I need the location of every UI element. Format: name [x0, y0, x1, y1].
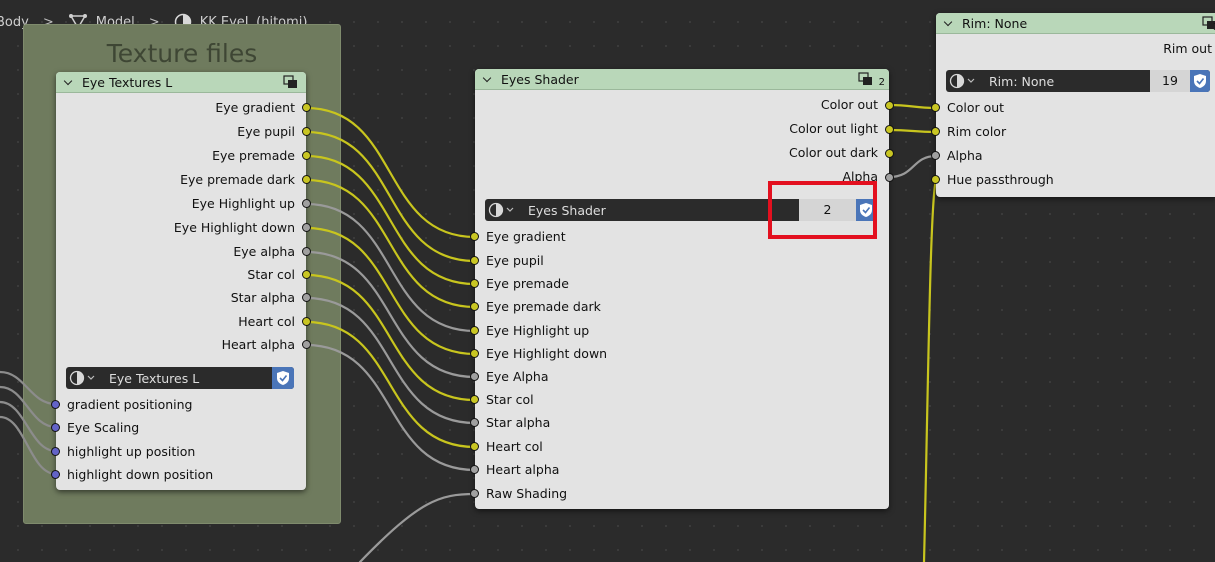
output-socket[interactable] [302, 340, 311, 349]
input-socket[interactable] [470, 465, 479, 474]
input-socket[interactable] [470, 489, 479, 498]
fake-user-shield-icon[interactable] [272, 367, 294, 389]
output-socket[interactable] [302, 199, 311, 208]
node-title: Rim: None [962, 16, 1028, 31]
collapse-toggle-icon[interactable] [482, 73, 492, 83]
node-title: Eye Textures L [82, 75, 173, 90]
highlight-annotation-box [768, 181, 877, 239]
output-socket[interactable] [302, 293, 311, 302]
node-group-name[interactable]: Eyes Shader [528, 203, 606, 218]
input-socket[interactable] [470, 256, 479, 265]
input-label: highlight up position [67, 444, 196, 459]
input-label: Eye gradient [486, 229, 566, 244]
node-group-name[interactable]: Rim: None [989, 74, 1054, 89]
input-label: Heart col [486, 439, 543, 454]
node-header[interactable]: Eye Textures L [56, 72, 306, 93]
input-socket[interactable] [470, 302, 479, 311]
output-label: Rim out [1163, 41, 1212, 56]
material-dropdown-icon[interactable] [485, 199, 517, 221]
output-socket[interactable] [302, 247, 311, 256]
node-header-count: 2 [878, 77, 885, 88]
input-socket[interactable] [931, 151, 940, 160]
input-socket[interactable] [470, 442, 479, 451]
input-label: Eye premade dark [486, 299, 601, 314]
output-label: Star col [247, 267, 295, 282]
input-socket[interactable] [470, 418, 479, 427]
input-label: Alpha [947, 148, 983, 163]
input-label: Eye Scaling [67, 420, 140, 435]
output-socket[interactable] [302, 270, 311, 279]
output-label: Eye Highlight up [191, 196, 295, 211]
input-label: Eye premade [486, 276, 569, 291]
node-group-icon[interactable] [282, 75, 300, 89]
collapse-toggle-icon[interactable] [63, 76, 73, 86]
input-label: Eye pupil [486, 253, 544, 268]
input-socket[interactable] [470, 326, 479, 335]
input-socket[interactable] [51, 447, 60, 456]
output-socket[interactable] [302, 223, 311, 232]
input-socket[interactable] [470, 372, 479, 381]
output-label: Heart alpha [221, 337, 295, 352]
node-group-selector[interactable]: Rim: None 19 [946, 70, 1210, 92]
output-socket[interactable] [885, 149, 894, 158]
output-label: Eye alpha [233, 244, 295, 259]
input-label: Rim color [947, 124, 1007, 139]
node-group-icon[interactable] [857, 72, 875, 86]
input-socket[interactable] [470, 395, 479, 404]
output-socket[interactable] [302, 175, 311, 184]
input-label: Eye Alpha [486, 369, 549, 384]
input-label: Eye Highlight down [486, 346, 608, 361]
input-label: Raw Shading [486, 486, 568, 501]
eyes-shader-node[interactable]: Eyes Shader 2 Color out Color out light … [470, 69, 894, 509]
input-label: Star alpha [486, 415, 551, 430]
input-socket[interactable] [931, 127, 940, 136]
input-label: highlight down position [67, 467, 214, 482]
input-socket[interactable] [51, 400, 60, 409]
input-socket[interactable] [470, 349, 479, 358]
output-label: Color out [820, 97, 878, 112]
output-label: Eye premade [212, 148, 295, 163]
input-socket[interactable] [51, 423, 60, 432]
collapse-toggle-icon[interactable] [943, 17, 953, 27]
input-label: gradient positioning [67, 397, 193, 412]
user-count[interactable]: 19 [1150, 70, 1190, 92]
fake-user-shield-icon[interactable] [1190, 70, 1210, 92]
output-label: Eye pupil [237, 124, 295, 139]
material-dropdown-icon[interactable] [946, 70, 978, 92]
input-label: Eye Highlight up [486, 323, 590, 338]
input-socket[interactable] [51, 470, 60, 479]
output-socket[interactable] [302, 151, 311, 160]
output-label: Star alpha [230, 290, 295, 305]
material-dropdown-icon[interactable] [66, 367, 98, 389]
output-socket[interactable] [302, 103, 311, 112]
output-socket[interactable] [885, 125, 894, 134]
node-group-name[interactable]: Eye Textures L [109, 371, 199, 386]
output-socket[interactable] [302, 317, 311, 326]
input-label: Heart alpha [486, 462, 560, 477]
input-label: Hue passthrough [947, 172, 1054, 187]
input-socket[interactable] [470, 279, 479, 288]
node-header[interactable]: Rim: None 1 [936, 13, 1215, 34]
input-label: Star col [486, 392, 534, 407]
output-label: Eye gradient [215, 100, 295, 115]
output-socket[interactable] [885, 173, 894, 182]
output-label: Heart col [238, 314, 295, 329]
input-label: Color out [947, 100, 1005, 115]
node-group-selector[interactable]: Eye Textures L [66, 367, 294, 389]
input-socket[interactable] [470, 232, 479, 241]
input-socket[interactable] [931, 175, 940, 184]
output-socket[interactable] [885, 101, 894, 110]
output-label: Eye Highlight down [173, 220, 295, 235]
output-socket[interactable] [302, 127, 311, 136]
input-socket[interactable] [931, 103, 940, 112]
output-label: Color out dark [788, 145, 878, 160]
rim-node[interactable]: Rim: None 1 Rim out Rim: None 19 Color o… [931, 13, 1215, 197]
eye-textures-node[interactable]: Eye Textures L Eye gradient Eye pupil Ey… [51, 72, 311, 490]
output-label: Eye premade dark [180, 172, 295, 187]
node-title: Eyes Shader [501, 72, 579, 87]
output-label: Color out light [789, 121, 878, 136]
node-header[interactable]: Eyes Shader 2 [475, 69, 889, 90]
